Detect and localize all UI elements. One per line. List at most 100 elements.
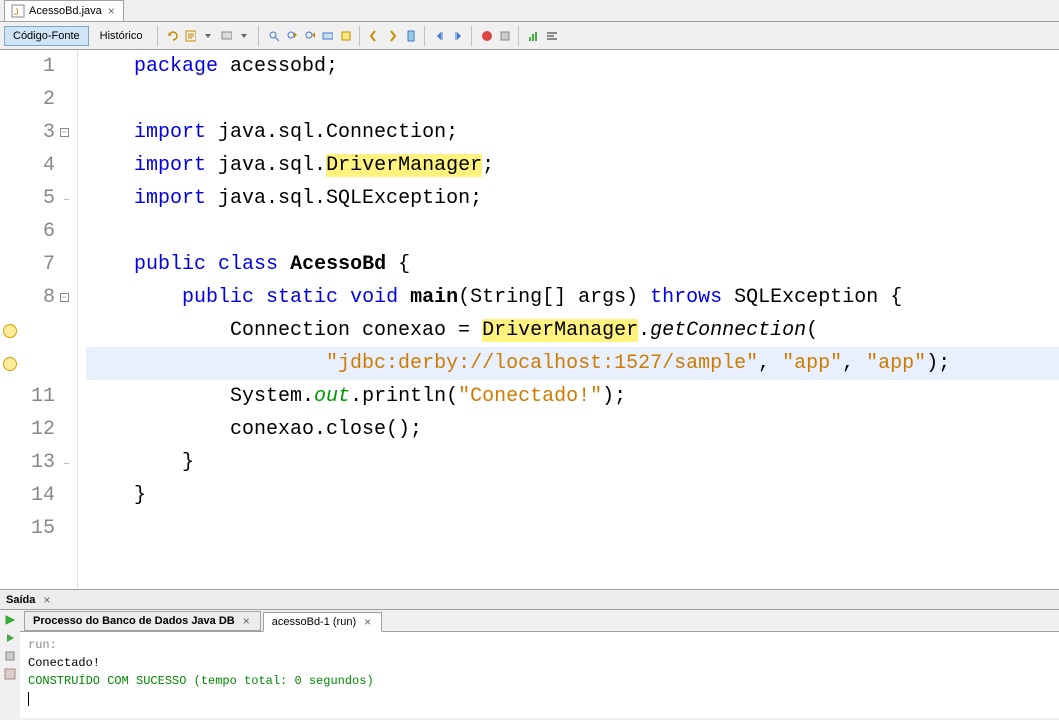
code-line[interactable]: System.out.println("Conectado!");	[86, 380, 1059, 413]
line-number: 2	[19, 88, 55, 111]
source-view-button[interactable]: Código-Fonte	[4, 26, 89, 46]
java-file-icon: J	[11, 4, 25, 18]
macro-stop-icon[interactable]	[496, 28, 512, 44]
file-tab-bar: J AcessoBd.java ×	[0, 0, 1059, 22]
file-tab-name: AcessoBd.java	[29, 5, 102, 17]
close-icon[interactable]: ×	[41, 593, 52, 607]
code-line[interactable]: "jdbc:derby://localhost:1527/sample", "a…	[86, 347, 1059, 380]
shift-left-icon[interactable]	[431, 28, 447, 44]
hint-bulb-icon[interactable]	[3, 324, 17, 338]
comment-icon[interactable]	[218, 28, 234, 44]
gutter-line: 6	[0, 215, 77, 248]
line-number: 11	[19, 385, 55, 408]
gutter-line: 7	[0, 248, 77, 281]
code-line[interactable]: Connection conexao = DriverManager.getCo…	[86, 314, 1059, 347]
align-icon[interactable]	[543, 28, 559, 44]
line-number: 7	[19, 253, 55, 276]
prev-bookmark-icon[interactable]	[366, 28, 382, 44]
shift-right-icon[interactable]	[449, 28, 465, 44]
line-number: 12	[19, 418, 55, 441]
code-line[interactable]: import java.sql.Connection;	[86, 116, 1059, 149]
toolbar-icon-group-4	[431, 28, 465, 44]
refresh-icon[interactable]	[164, 28, 180, 44]
toolbar-icon-group-1	[164, 28, 252, 44]
code-line[interactable]: import java.sql.SQLException;	[86, 182, 1059, 215]
editor-toolbar: Código-Fonte Histórico	[0, 22, 1059, 50]
code-line[interactable]	[86, 83, 1059, 116]
separator	[424, 26, 425, 46]
fold-toggle-icon[interactable]: −	[60, 128, 69, 137]
line-number: 3	[19, 121, 55, 144]
close-icon[interactable]: ×	[241, 614, 252, 628]
line-number: 15	[19, 517, 55, 540]
code-editor[interactable]: 123−45678−1112131415 package acessobd; i…	[0, 50, 1059, 590]
dropdown-icon[interactable]	[236, 28, 252, 44]
output-tab[interactable]: acessoBd-1 (run)×	[263, 612, 382, 632]
close-icon[interactable]: ×	[106, 4, 117, 18]
output-tab[interactable]: Processo do Banco de Dados Java DB×	[24, 611, 261, 631]
line-number: 5	[19, 187, 55, 210]
format-icon[interactable]	[182, 28, 198, 44]
code-line[interactable]: import java.sql.DriverManager;	[86, 149, 1059, 182]
toolbar-icon-group-3	[366, 28, 418, 44]
code-line[interactable]	[86, 512, 1059, 545]
gutter-line: 2	[0, 83, 77, 116]
chart-icon[interactable]	[525, 28, 541, 44]
file-tab[interactable]: J AcessoBd.java ×	[4, 0, 124, 21]
output-tabs: Processo do Banco de Dados Java DB×acess…	[20, 610, 1059, 632]
console-line: run:	[28, 636, 1051, 654]
code-line[interactable]: public static void main(String[] args) t…	[86, 281, 1059, 314]
gutter-line: 8−	[0, 281, 77, 314]
code-line[interactable]: }	[86, 446, 1059, 479]
line-number: 1	[19, 55, 55, 78]
settings-icon[interactable]	[2, 666, 18, 682]
code-line[interactable]: public class AcessoBd {	[86, 248, 1059, 281]
find-icon[interactable]	[265, 28, 281, 44]
close-icon[interactable]: ×	[362, 615, 373, 629]
run-icon[interactable]	[2, 630, 18, 646]
find-next-icon[interactable]	[301, 28, 317, 44]
separator	[157, 26, 158, 46]
toolbar-icon-group-5	[478, 28, 512, 44]
find-selection-icon[interactable]	[319, 28, 335, 44]
output-panel: Saída × Processo do Banco de Dados Java …	[0, 590, 1059, 718]
code-line[interactable]: conexao.close();	[86, 413, 1059, 446]
separator	[518, 26, 519, 46]
toolbar-icon-group-6	[525, 28, 559, 44]
separator	[359, 26, 360, 46]
fold-toggle-icon[interactable]: −	[60, 293, 69, 302]
highlight-icon[interactable]	[337, 28, 353, 44]
dropdown-icon[interactable]	[200, 28, 216, 44]
separator	[471, 26, 472, 46]
toggle-bookmark-icon[interactable]	[402, 28, 418, 44]
separator	[258, 26, 259, 46]
output-title: Saída	[6, 594, 35, 606]
editor-gutter: 123−45678−1112131415	[0, 50, 78, 589]
gutter-line: 14	[0, 479, 77, 512]
toolbar-icon-group-2	[265, 28, 353, 44]
hint-bulb-icon[interactable]	[3, 357, 17, 371]
history-view-button[interactable]: Histórico	[91, 26, 152, 46]
find-prev-icon[interactable]	[283, 28, 299, 44]
next-bookmark-icon[interactable]	[384, 28, 400, 44]
line-number: 4	[19, 154, 55, 177]
gutter-line	[0, 314, 77, 347]
gutter-line: 4	[0, 149, 77, 182]
gutter-line: 1	[0, 50, 77, 83]
rerun-icon[interactable]	[2, 612, 18, 628]
stop-icon[interactable]	[2, 648, 18, 664]
console-line: CONSTRUÍDO COM SUCESSO (tempo total: 0 s…	[28, 672, 1051, 690]
code-line[interactable]: package acessobd;	[86, 50, 1059, 83]
gutter-line: 15	[0, 512, 77, 545]
code-line[interactable]: }	[86, 479, 1059, 512]
line-number: 6	[19, 220, 55, 243]
console-cursor	[28, 690, 1051, 708]
gutter-line: 11	[0, 380, 77, 413]
code-area[interactable]: package acessobd; import java.sql.Connec…	[78, 50, 1059, 589]
macro-record-icon[interactable]	[478, 28, 494, 44]
output-left-toolbar	[0, 610, 20, 718]
console[interactable]: run:Conectado!CONSTRUÍDO COM SUCESSO (te…	[20, 632, 1059, 718]
gutter-line: 12	[0, 413, 77, 446]
code-line[interactable]	[86, 215, 1059, 248]
console-line: Conectado!	[28, 654, 1051, 672]
